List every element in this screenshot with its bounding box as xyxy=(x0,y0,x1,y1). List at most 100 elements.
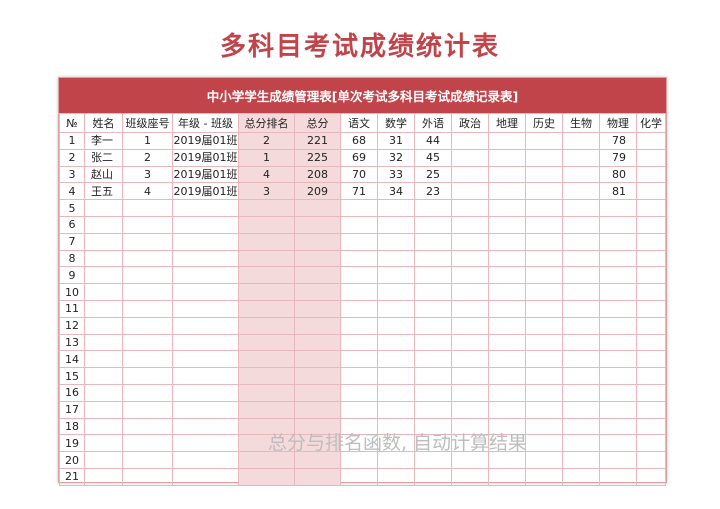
cell-rank[interactable] xyxy=(238,199,295,217)
cell-seat[interactable]: 1 xyxy=(122,132,173,150)
cell-biology[interactable] xyxy=(562,350,600,369)
cell-rank[interactable] xyxy=(238,467,295,486)
cell-foreign-lang[interactable] xyxy=(414,266,452,285)
cell-seat[interactable] xyxy=(122,232,173,251)
cell-math[interactable] xyxy=(377,249,415,268)
cell-grade-class[interactable]: 2019届01班 xyxy=(172,182,239,201)
cell-seat[interactable] xyxy=(122,400,173,419)
cell-chemistry[interactable] xyxy=(636,249,666,268)
cell-politics[interactable] xyxy=(451,283,489,301)
cell-foreign-lang[interactable] xyxy=(414,199,452,217)
cell-total[interactable] xyxy=(294,383,341,402)
cell-foreign-lang[interactable] xyxy=(414,215,452,234)
cell-seat[interactable] xyxy=(122,467,173,486)
cell-rank[interactable] xyxy=(238,283,295,301)
cell-physics[interactable] xyxy=(599,367,637,385)
cell-politics[interactable] xyxy=(451,299,489,318)
cell-geography[interactable] xyxy=(488,316,526,335)
cell-total[interactable]: 221 xyxy=(294,132,341,150)
cell-politics[interactable] xyxy=(451,165,489,184)
cell-geography[interactable] xyxy=(488,467,526,486)
cell-name[interactable] xyxy=(84,232,123,251)
cell-index[interactable]: 2 xyxy=(59,148,85,167)
cell-seat[interactable] xyxy=(122,333,173,352)
cell-seat[interactable] xyxy=(122,215,173,234)
cell-total[interactable] xyxy=(294,299,341,318)
cell-biology[interactable] xyxy=(562,383,600,402)
cell-chemistry[interactable] xyxy=(636,283,666,301)
cell-chemistry[interactable] xyxy=(636,182,666,201)
cell-foreign-lang[interactable] xyxy=(414,316,452,335)
cell-rank[interactable] xyxy=(238,266,295,285)
cell-grade-class[interactable] xyxy=(172,350,239,369)
cell-total[interactable] xyxy=(294,350,341,369)
cell-chinese[interactable] xyxy=(340,215,378,234)
cell-chemistry[interactable] xyxy=(636,215,666,234)
cell-geography[interactable] xyxy=(488,215,526,234)
cell-biology[interactable] xyxy=(562,232,600,251)
cell-history[interactable] xyxy=(525,467,563,486)
cell-grade-class[interactable]: 2019届01班 xyxy=(172,148,239,167)
cell-biology[interactable] xyxy=(562,467,600,486)
cell-chemistry[interactable] xyxy=(636,299,666,318)
cell-history[interactable] xyxy=(525,400,563,419)
cell-chemistry[interactable] xyxy=(636,316,666,335)
cell-grade-class[interactable]: 2019届01班 xyxy=(172,165,239,184)
cell-biology[interactable] xyxy=(562,266,600,285)
cell-chinese[interactable] xyxy=(340,367,378,385)
cell-math[interactable] xyxy=(377,383,415,402)
cell-foreign-lang[interactable] xyxy=(414,232,452,251)
cell-name[interactable] xyxy=(84,199,123,217)
cell-history[interactable] xyxy=(525,199,563,217)
cell-physics[interactable] xyxy=(599,299,637,318)
cell-seat[interactable] xyxy=(122,367,173,385)
cell-foreign-lang[interactable]: 25 xyxy=(414,165,452,184)
cell-politics[interactable] xyxy=(451,215,489,234)
cell-chinese[interactable]: 70 xyxy=(340,165,378,184)
cell-geography[interactable] xyxy=(488,283,526,301)
cell-chemistry[interactable] xyxy=(636,266,666,285)
cell-physics[interactable]: 79 xyxy=(599,148,637,167)
cell-name[interactable] xyxy=(84,350,123,369)
cell-geography[interactable] xyxy=(488,367,526,385)
cell-name[interactable] xyxy=(84,333,123,352)
cell-index[interactable]: 12 xyxy=(59,316,85,335)
cell-chemistry[interactable] xyxy=(636,400,666,419)
cell-foreign-lang[interactable] xyxy=(414,299,452,318)
cell-grade-class[interactable] xyxy=(172,400,239,419)
cell-rank[interactable] xyxy=(238,299,295,318)
cell-politics[interactable] xyxy=(451,182,489,201)
cell-grade-class[interactable] xyxy=(172,299,239,318)
cell-seat[interactable] xyxy=(122,199,173,217)
cell-geography[interactable] xyxy=(488,333,526,352)
cell-chinese[interactable] xyxy=(340,333,378,352)
cell-foreign-lang[interactable]: 45 xyxy=(414,148,452,167)
cell-rank[interactable] xyxy=(238,316,295,335)
cell-physics[interactable] xyxy=(599,383,637,402)
cell-rank[interactable] xyxy=(238,215,295,234)
cell-history[interactable] xyxy=(525,182,563,201)
cell-name[interactable]: 李一 xyxy=(84,132,123,150)
cell-foreign-lang[interactable] xyxy=(414,249,452,268)
cell-total[interactable] xyxy=(294,249,341,268)
cell-rank[interactable] xyxy=(238,350,295,369)
cell-history[interactable] xyxy=(525,215,563,234)
cell-history[interactable] xyxy=(525,148,563,167)
cell-politics[interactable] xyxy=(451,132,489,150)
cell-foreign-lang[interactable] xyxy=(414,467,452,486)
cell-politics[interactable] xyxy=(451,266,489,285)
cell-grade-class[interactable] xyxy=(172,266,239,285)
cell-physics[interactable] xyxy=(599,283,637,301)
cell-history[interactable] xyxy=(525,333,563,352)
cell-grade-class[interactable] xyxy=(172,199,239,217)
cell-politics[interactable] xyxy=(451,467,489,486)
cell-name[interactable]: 王五 xyxy=(84,182,123,201)
cell-rank[interactable] xyxy=(238,383,295,402)
cell-total[interactable] xyxy=(294,199,341,217)
cell-rank[interactable] xyxy=(238,400,295,419)
cell-math[interactable] xyxy=(377,350,415,369)
cell-name[interactable] xyxy=(84,367,123,385)
cell-total[interactable] xyxy=(294,400,341,419)
cell-seat[interactable] xyxy=(122,350,173,369)
cell-math[interactable] xyxy=(377,199,415,217)
